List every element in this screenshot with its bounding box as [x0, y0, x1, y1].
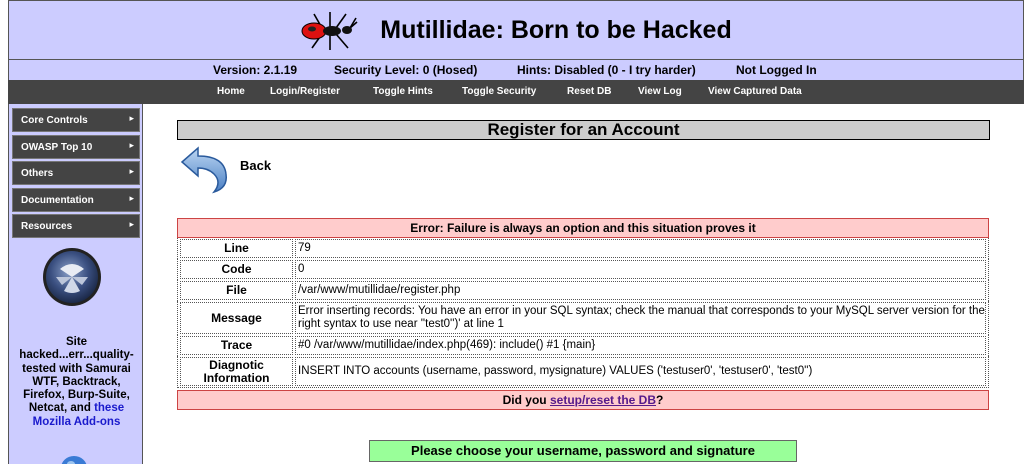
menu-documentation[interactable]: Documentation ▸ — [12, 188, 140, 212]
footer-suffix: ? — [656, 393, 664, 407]
chevron-right-icon: ▸ — [129, 219, 134, 229]
login-status: Not Logged In — [736, 63, 817, 77]
page-title: Register for an Account — [177, 120, 990, 140]
ant-logo-icon — [301, 12, 358, 50]
error-row-diagnostic: Diagnotic Information INSERT INTO accoun… — [177, 356, 989, 388]
error-header: Error: Failure is always an option and t… — [177, 218, 989, 238]
chevron-right-icon: ▸ — [129, 140, 134, 150]
row-label: Diagnotic Information — [180, 357, 293, 386]
row-value: INSERT INTO accounts (username, password… — [295, 357, 986, 386]
row-value: #0 /var/www/mutillidae/index.php(469): i… — [295, 336, 986, 355]
sidebar-credits: Site hacked...err...quality-tested with … — [11, 336, 142, 429]
nav-login-register[interactable]: Login/Register — [270, 86, 340, 97]
hints-info: Hints: Disabled (0 - I try harder) — [517, 63, 696, 77]
row-value: 79 — [295, 239, 986, 258]
menu-label: OWASP Top 10 — [21, 142, 93, 153]
back-arrow-icon — [180, 146, 227, 194]
row-label: Line — [180, 239, 293, 258]
nav-toggle-hints[interactable]: Toggle Hints — [373, 86, 433, 97]
footer-prefix: Did you — [502, 393, 547, 407]
version-info: Version: 2.1.19 — [213, 63, 298, 77]
error-footer: Did you setup/reset the DB? — [177, 390, 989, 410]
row-label: Code — [180, 260, 293, 279]
nav-view-captured-data[interactable]: View Captured Data — [708, 86, 802, 97]
info-bar: Version: 2.1.19 Security Level: 0 (Hosed… — [8, 60, 1024, 80]
menu-others[interactable]: Others ▸ — [12, 161, 140, 185]
sidebar: Core Controls ▸ OWASP Top 10 ▸ Others ▸ … — [8, 104, 143, 464]
chevron-right-icon: ▸ — [129, 193, 134, 203]
error-table: Error: Failure is always an option and t… — [177, 218, 989, 410]
partial-logo-icon — [61, 456, 87, 464]
back-label: Back — [240, 158, 272, 173]
reset-db-link[interactable]: setup/reset the DB — [550, 393, 656, 407]
row-label: File — [180, 281, 293, 300]
nav-bar: Home Login/Register Toggle Hints Toggle … — [8, 80, 1024, 104]
row-value: 0 — [295, 260, 986, 279]
menu-label: Others — [21, 168, 54, 179]
error-row-trace: Trace #0 /var/www/mutillidae/index.php(4… — [177, 335, 989, 356]
menu-label: Resources — [21, 221, 73, 232]
chevron-right-icon: ▸ — [129, 166, 134, 176]
error-row-line: Line 79 — [177, 238, 989, 259]
menu-core-controls[interactable]: Core Controls ▸ — [12, 108, 140, 132]
nav-view-log[interactable]: View Log — [638, 86, 682, 97]
page: Mutillidae: Born to be Hacked Version: 2… — [0, 0, 1024, 464]
menu-label: Documentation — [21, 195, 94, 206]
back-button[interactable]: Back — [178, 146, 271, 194]
error-row-file: File /var/www/mutillidae/register.php — [177, 280, 989, 301]
row-label: Trace — [180, 336, 293, 355]
nav-home[interactable]: Home — [217, 86, 245, 97]
site-header: Mutillidae: Born to be Hacked — [8, 0, 1024, 60]
menu-label: Core Controls — [21, 115, 88, 126]
chevron-right-icon: ▸ — [129, 113, 134, 123]
owasp-wasp-icon — [43, 248, 101, 306]
security-level-info: Security Level: 0 (Hosed) — [334, 63, 478, 77]
error-row-message: Message Error inserting records: You hav… — [177, 301, 989, 335]
row-value: /var/www/mutillidae/register.php — [295, 281, 986, 300]
menu-owasp-top-10[interactable]: OWASP Top 10 ▸ — [12, 135, 140, 159]
nav-reset-db[interactable]: Reset DB — [567, 86, 611, 97]
row-value: Error inserting records: You have an err… — [295, 302, 986, 334]
row-label: Message — [180, 302, 293, 334]
menu-resources[interactable]: Resources ▸ — [12, 214, 140, 238]
error-row-code: Code 0 — [177, 259, 989, 280]
choose-credentials-prompt: Please choose your username, password an… — [369, 440, 797, 462]
site-title: Mutillidae: Born to be Hacked — [380, 15, 732, 44]
nav-toggle-security[interactable]: Toggle Security — [462, 86, 536, 97]
